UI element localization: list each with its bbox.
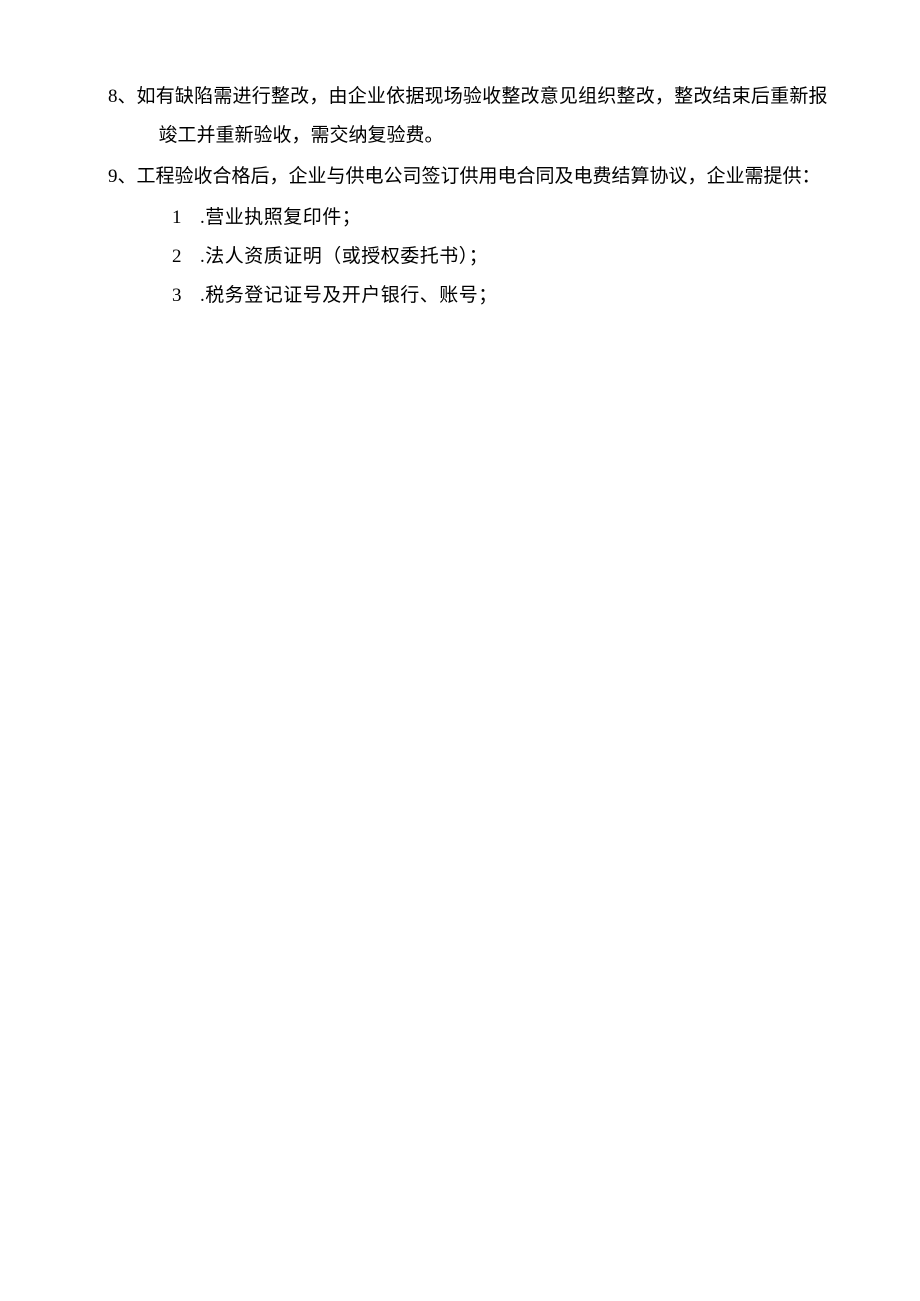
- list-body: 工程验收合格后，企业与供电公司签订供用电合同及电费结算协议，企业需提供：: [137, 158, 830, 197]
- list-body: 如有缺陷需进行整改，由企业依据现场验收整改意见组织整改，整改结束后重新报 竣工并…: [137, 78, 830, 156]
- list-number: 8、: [108, 78, 137, 117]
- sublist-text: .税务登记证号及开户银行、账号；: [200, 277, 498, 316]
- list-number: 9、: [108, 158, 137, 197]
- list-item-9: 9、 工程验收合格后，企业与供电公司签订供用电合同及电费结算协议，企业需提供：: [108, 158, 830, 197]
- sublist-text: .法人资质证明（或授权委托书）；: [200, 238, 488, 277]
- sublist-item: 3 .税务登记证号及开户银行、账号；: [172, 277, 830, 316]
- text-line: 如有缺陷需进行整改，由企业依据现场验收整改意见组织整改，整改结束后重新报: [137, 86, 828, 107]
- sublist-item: 1 .营业执照复印件；: [172, 199, 830, 238]
- sublist-number: 3: [172, 277, 200, 316]
- sublist: 1 .营业执照复印件； 2 .法人资质证明（或授权委托书）； 3 .税务登记证号…: [172, 199, 830, 316]
- document-page: 8、 如有缺陷需进行整改，由企业依据现场验收整改意见组织整改，整改结束后重新报 …: [0, 0, 920, 1301]
- sublist-item: 2 .法人资质证明（或授权委托书）；: [172, 238, 830, 277]
- sublist-text: .营业执照复印件；: [200, 199, 361, 238]
- sublist-number: 2: [172, 238, 200, 277]
- list-item-8: 8、 如有缺陷需进行整改，由企业依据现场验收整改意见组织整改，整改结束后重新报 …: [108, 78, 830, 156]
- sublist-number: 1: [172, 199, 200, 238]
- text-line: 竣工并重新验收，需交纳复验费。: [137, 117, 830, 156]
